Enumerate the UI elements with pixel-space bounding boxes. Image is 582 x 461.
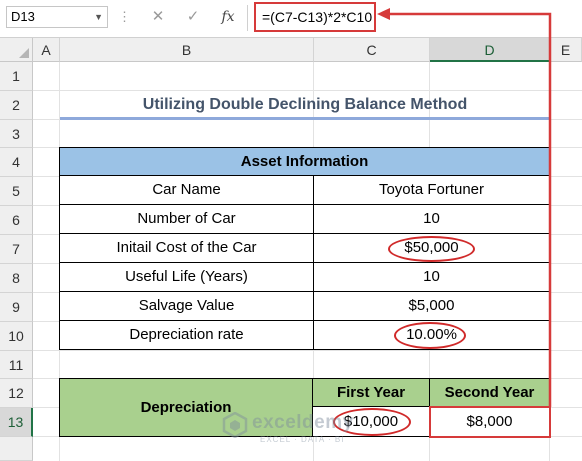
row-value[interactable]: 10 bbox=[314, 205, 549, 233]
row-header-2[interactable]: 2 bbox=[0, 91, 33, 120]
row-header-10[interactable]: 10 bbox=[0, 322, 33, 351]
row-header-9[interactable]: 9 bbox=[0, 293, 33, 322]
watermark-name: exceldemy bbox=[252, 412, 354, 433]
column-header-e[interactable]: E bbox=[550, 38, 582, 62]
enter-icon[interactable]: ✓ bbox=[178, 6, 208, 28]
selected-cell-highlight bbox=[429, 406, 551, 438]
column-header-c[interactable]: C bbox=[314, 38, 430, 62]
row-header-8[interactable]: 8 bbox=[0, 264, 33, 293]
row-header-5[interactable]: 5 bbox=[0, 177, 33, 206]
row-label[interactable]: Useful Life (Years) bbox=[60, 263, 314, 291]
watermark-tagline: EXCEL · DATA · BI bbox=[260, 435, 345, 444]
formula-input[interactable]: =(C7-C13)*2*C10 bbox=[254, 2, 376, 32]
row-header-7[interactable]: 7 bbox=[0, 235, 33, 264]
table-row[interactable]: Salvage Value $5,000 bbox=[59, 292, 550, 321]
row-header-11[interactable]: 11 bbox=[0, 351, 33, 379]
row-header-1[interactable]: 1 bbox=[0, 62, 33, 91]
row-value[interactable]: 10 bbox=[314, 263, 549, 291]
row-header-13[interactable]: 13 bbox=[0, 408, 33, 437]
second-year-header[interactable]: Second Year bbox=[430, 378, 550, 407]
first-year-header[interactable]: First Year bbox=[313, 378, 430, 407]
row-value[interactable]: $5,000 bbox=[314, 292, 549, 320]
table-row[interactable]: Depreciation rate 10.00% bbox=[59, 321, 550, 350]
column-header-d[interactable]: D bbox=[430, 38, 550, 62]
name-box-value: D13 bbox=[11, 9, 35, 24]
title-underline bbox=[60, 117, 550, 120]
select-all-corner[interactable] bbox=[0, 38, 33, 62]
chevron-down-icon[interactable]: ▼ bbox=[94, 7, 103, 27]
column-header-a[interactable]: A bbox=[33, 38, 60, 62]
table-row[interactable]: Initail Cost of the Car $50,000 bbox=[59, 234, 550, 263]
row-label[interactable]: Salvage Value bbox=[60, 292, 314, 320]
table-row[interactable]: Useful Life (Years) 10 bbox=[59, 263, 550, 292]
annotation-oval-rate bbox=[394, 322, 466, 349]
row-label[interactable]: Car Name bbox=[60, 176, 314, 204]
formula-bar-divider bbox=[247, 5, 248, 31]
name-box[interactable]: D13 ▼ bbox=[6, 6, 108, 28]
row-value[interactable]: Toyota Fortuner bbox=[314, 176, 549, 204]
row-header-6[interactable]: 6 bbox=[0, 206, 33, 235]
sheet-title: Utilizing Double Declining Balance Metho… bbox=[142, 96, 468, 113]
exceldemy-watermark: exceldemy EXCEL · DATA · BI bbox=[222, 410, 354, 450]
insert-function-icon[interactable]: fx bbox=[213, 6, 243, 28]
row-label[interactable]: Depreciation rate bbox=[60, 321, 314, 349]
row-header-3[interactable]: 3 bbox=[0, 120, 33, 148]
table-row[interactable]: Number of Car 10 bbox=[59, 205, 550, 234]
row-label[interactable]: Initail Cost of the Car bbox=[60, 234, 314, 262]
annotation-oval-cost bbox=[388, 236, 475, 262]
table-row[interactable]: Car Name Toyota Fortuner bbox=[59, 176, 550, 205]
formula-bar: D13 ▼ ⋮ ✕ ✓ fx =(C7-C13)*2*C10 bbox=[0, 0, 582, 38]
column-header-b[interactable]: B bbox=[60, 38, 314, 62]
row-header-4[interactable]: 4 bbox=[0, 148, 33, 177]
more-options-icon[interactable]: ⋮ bbox=[118, 6, 131, 28]
cancel-icon[interactable]: ✕ bbox=[143, 6, 173, 28]
exceldemy-logo-icon bbox=[222, 412, 248, 438]
asset-table-header[interactable]: Asset Information bbox=[59, 147, 550, 176]
row-header-12[interactable]: 12 bbox=[0, 379, 33, 408]
row-label[interactable]: Number of Car bbox=[60, 205, 314, 233]
row-header-14[interactable] bbox=[0, 437, 33, 461]
